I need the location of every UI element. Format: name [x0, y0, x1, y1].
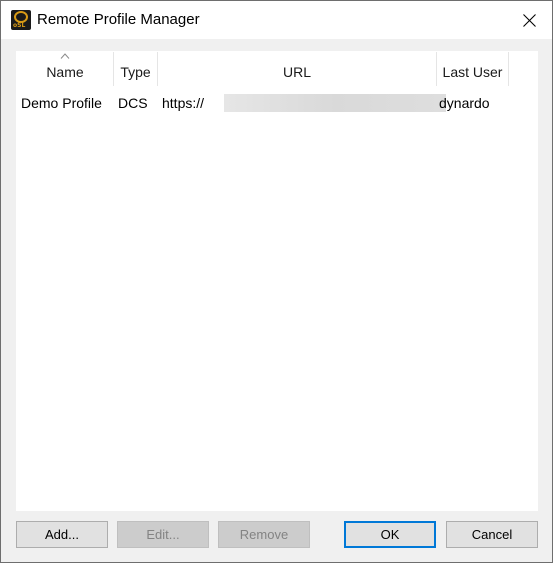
- window-title: Remote Profile Manager: [37, 11, 200, 28]
- profile-list[interactable]: Name Type URL Last User Demo Profile DCS…: [16, 51, 538, 511]
- profile-last-user-cell: dynardo: [439, 95, 490, 111]
- title-bar: oSL Remote Profile Manager: [1, 1, 552, 39]
- profile-url-cell: https://: [162, 95, 205, 111]
- remove-button[interactable]: Remove: [218, 521, 310, 548]
- edit-button[interactable]: Edit...: [117, 521, 209, 548]
- close-button[interactable]: [506, 1, 552, 39]
- column-label: Name: [46, 64, 84, 80]
- column-header-name[interactable]: Name: [17, 52, 114, 86]
- column-header-url[interactable]: URL: [158, 52, 437, 86]
- remote-profile-manager-dialog: oSL Remote Profile Manager Name Type URL: [0, 0, 553, 563]
- profile-name-cell: Demo Profile: [21, 95, 102, 111]
- app-icon: oSL: [11, 10, 31, 30]
- profile-type-cell: DCS: [118, 95, 148, 111]
- redacted-url-region: [224, 94, 446, 112]
- close-icon: [522, 13, 536, 27]
- list-header: Name Type URL Last User: [17, 52, 537, 86]
- column-label: Type: [120, 64, 151, 80]
- add-button[interactable]: Add...: [16, 521, 108, 548]
- sort-ascending-icon: [60, 53, 70, 59]
- app-icon-sub-label: oSL: [13, 22, 26, 29]
- ok-button[interactable]: OK: [344, 521, 436, 548]
- column-label: Last User: [442, 64, 503, 80]
- cancel-button[interactable]: Cancel: [446, 521, 538, 548]
- column-label: URL: [282, 64, 311, 80]
- column-header-last-user[interactable]: Last User: [437, 52, 509, 86]
- column-header-type[interactable]: Type: [114, 52, 158, 86]
- list-item[interactable]: Demo Profile DCS https:// dynardo: [17, 92, 537, 114]
